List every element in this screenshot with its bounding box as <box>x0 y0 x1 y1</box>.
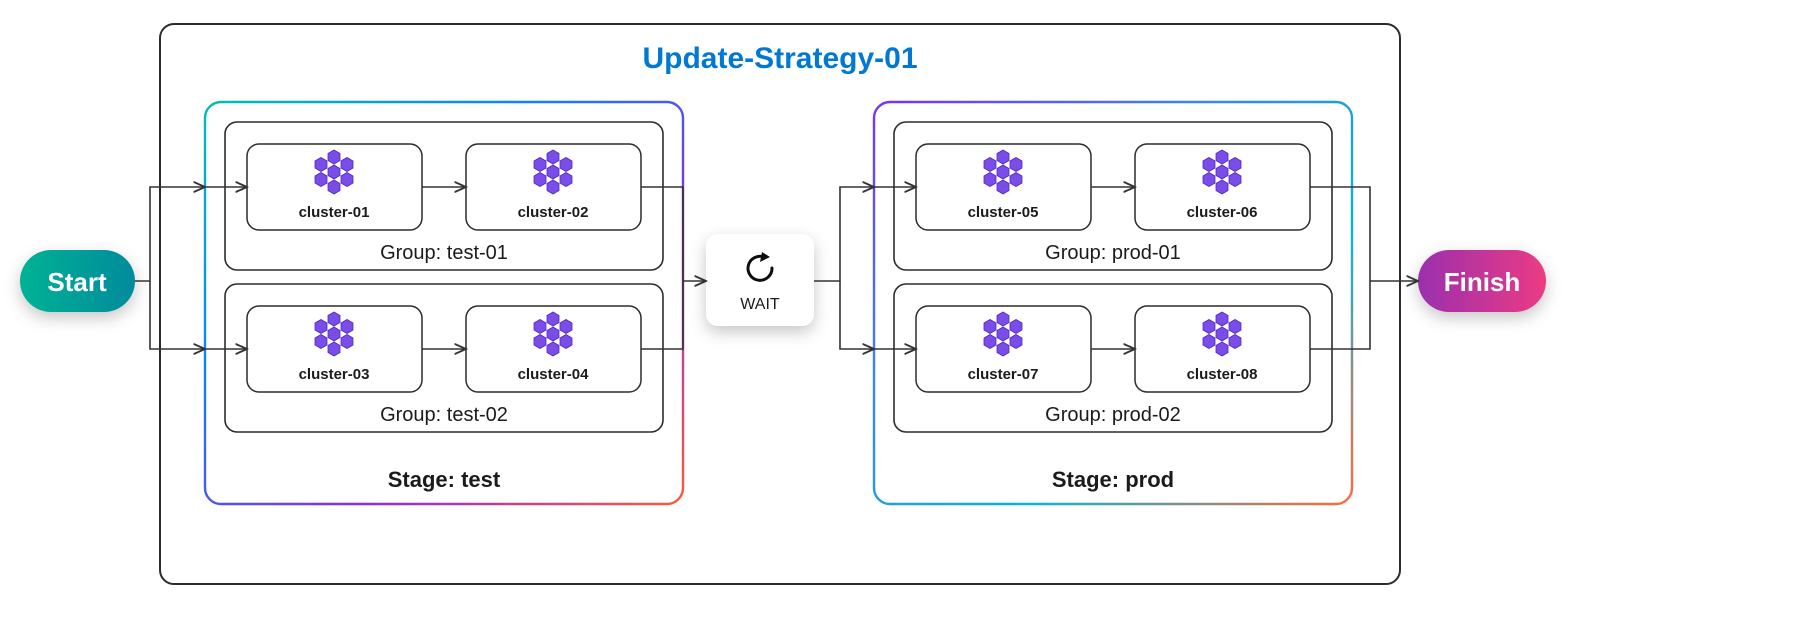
group-test-01-label: Group: test-01 <box>380 242 508 264</box>
cluster-06: cluster-06 <box>1135 144 1310 230</box>
cluster-02: cluster-02 <box>466 144 641 230</box>
group-prod-02-label: Group: prod-02 <box>1045 404 1181 426</box>
finish-label: Finish <box>1444 267 1521 297</box>
update-strategy-diagram: Update-Strategy-01 Start Finish Stage: t… <box>0 0 1819 642</box>
cluster-06-label: cluster-06 <box>1187 204 1258 221</box>
wait-label: WAIT <box>740 296 780 313</box>
start-pill: Start <box>20 250 135 312</box>
stage-prod-label: Stage: prod <box>1052 467 1174 492</box>
cluster-05: cluster-05 <box>916 144 1091 230</box>
cluster-icon <box>984 150 1022 194</box>
start-label: Start <box>47 267 107 297</box>
cluster-01: cluster-01 <box>247 144 422 230</box>
stage-test-label: Stage: test <box>388 467 501 492</box>
cluster-04-label: cluster-04 <box>518 366 590 383</box>
group-test-02-label: Group: test-02 <box>380 404 508 426</box>
stage-prod-frame <box>874 102 1352 504</box>
cluster-icon <box>1203 312 1241 356</box>
cluster-icon <box>315 312 353 356</box>
cluster-08-label: cluster-08 <box>1187 366 1258 383</box>
cluster-01-label: cluster-01 <box>299 204 370 221</box>
cluster-08: cluster-08 <box>1135 306 1310 392</box>
wait-node: WAIT <box>706 234 814 326</box>
strategy-title: Update-Strategy-01 <box>642 42 917 75</box>
cluster-03-label: cluster-03 <box>299 366 370 383</box>
cluster-05-label: cluster-05 <box>968 204 1039 221</box>
cluster-icon <box>534 150 572 194</box>
cluster-04: cluster-04 <box>466 306 641 392</box>
cluster-icon <box>534 312 572 356</box>
cluster-icon <box>984 312 1022 356</box>
group-prod-01-label: Group: prod-01 <box>1045 242 1181 264</box>
cluster-02-label: cluster-02 <box>518 204 589 221</box>
stage-test-frame <box>205 102 683 504</box>
cluster-03: cluster-03 <box>247 306 422 392</box>
cluster-icon <box>1203 150 1241 194</box>
cluster-07-label: cluster-07 <box>968 366 1039 383</box>
cluster-07: cluster-07 <box>916 306 1091 392</box>
cluster-icon <box>315 150 353 194</box>
finish-pill: Finish <box>1418 250 1546 312</box>
